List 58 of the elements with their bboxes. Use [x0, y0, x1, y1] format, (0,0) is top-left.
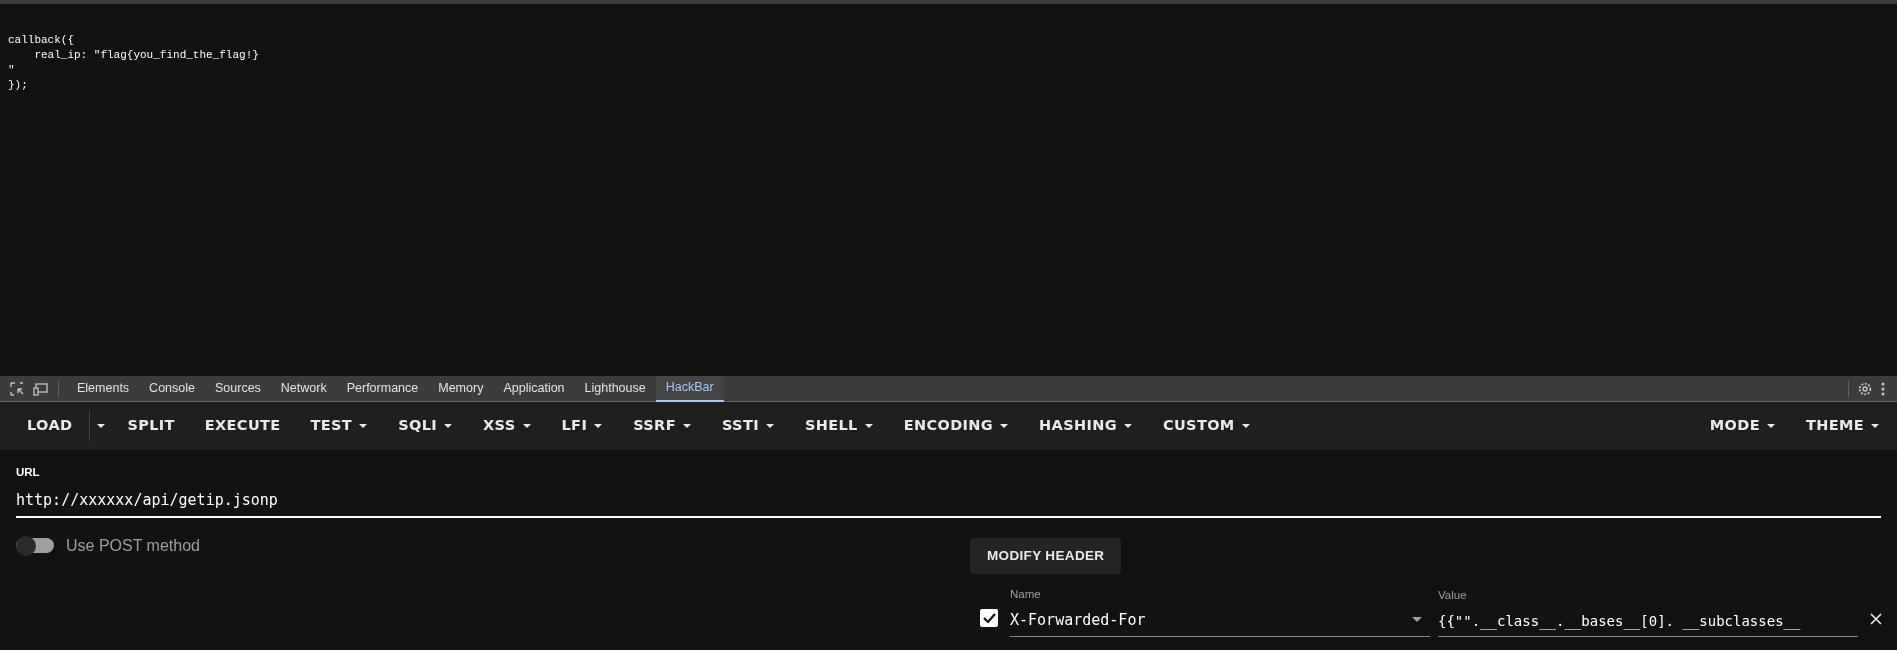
caret-icon	[358, 423, 369, 429]
devtools-tab[interactable]: Network	[270, 375, 337, 402]
toolbar-button[interactable]: EXECUTE	[191, 408, 294, 444]
caret-icon	[681, 423, 692, 429]
close-icon[interactable]	[1870, 612, 1882, 625]
code-line: "	[8, 63, 16, 78]
post-method-label: Use POST method	[66, 535, 200, 556]
devtools-tab[interactable]: Console	[139, 375, 205, 402]
name-label: Name	[1010, 586, 1042, 602]
caret-icon	[1123, 423, 1133, 429]
toolbar-button[interactable]: LOAD	[14, 408, 86, 444]
caret-icon	[443, 423, 453, 429]
inspect-icon[interactable]	[9, 380, 25, 397]
dropdown-caret-icon	[1412, 617, 1422, 624]
header-checkbox[interactable]	[980, 608, 998, 627]
toolbar-button[interactable]: LFI	[548, 408, 617, 444]
code-line: });	[8, 78, 29, 93]
devtools-tab[interactable]: Sources	[205, 375, 271, 402]
toolbar-button[interactable]: SQLI	[385, 408, 466, 444]
caret-icon	[521, 423, 532, 429]
device-toolbar-icon[interactable]	[33, 380, 50, 397]
header-value-field[interactable]: {{"".__class__.__bases__[0]. __subclasses__	[1438, 610, 1858, 637]
modify-header-button[interactable]: MODIFY HEADER	[970, 537, 1122, 574]
header-name-field[interactable]: X-Forwarded-For	[1010, 609, 1430, 637]
settings-icon[interactable]	[1857, 380, 1873, 397]
caret-icon	[1240, 423, 1251, 429]
toolbar-button[interactable]: SSTI	[708, 408, 788, 444]
toolbar-button[interactable]: SSRF	[620, 408, 705, 444]
toolbar-button[interactable]: CUSTOM	[1150, 408, 1264, 444]
toolbar-button[interactable]: TEST	[297, 408, 382, 444]
post-method-switch[interactable]	[16, 538, 54, 554]
toolbar-button[interactable]: HASHING	[1026, 408, 1146, 444]
devtools-tab[interactable]: Memory	[428, 375, 494, 402]
url-input-field[interactable]: http://xxxxxx/api/getip.jsonp	[16, 481, 1881, 518]
code-line: callback({	[8, 33, 75, 48]
checkmark-icon	[982, 612, 996, 623]
caret-icon	[96, 423, 107, 429]
devtools-tab[interactable]: HackBar	[655, 375, 724, 402]
caret-icon	[1765, 423, 1776, 429]
devtools-tab[interactable]: Application	[493, 375, 575, 402]
caret-icon	[863, 423, 874, 429]
devtools-tab[interactable]: Lighthouse	[574, 375, 656, 402]
toolbar-button[interactable]: XSS	[470, 408, 545, 444]
devtools-tab[interactable]: Performance	[336, 375, 429, 402]
toolbar-button[interactable]: SHELL	[791, 408, 887, 444]
caret-icon	[999, 423, 1010, 429]
devtools-tab[interactable]: Elements	[67, 375, 140, 402]
toolbar-button[interactable]: ENCODING	[890, 408, 1023, 444]
code-line: real_ip: "flag{you_find_the_flag!}	[33, 48, 260, 63]
toolbar-button[interactable]: MODE	[1696, 408, 1789, 444]
url-label: URL	[16, 465, 41, 480]
caret-icon	[593, 423, 604, 429]
value-label: Value	[1438, 588, 1468, 604]
more-options-icon[interactable]	[1881, 381, 1885, 396]
toolbar-button[interactable]: THEME	[1792, 408, 1893, 444]
toolbar-button[interactable]: SPLIT	[114, 408, 188, 444]
caret-icon	[764, 423, 775, 429]
caret-icon	[1870, 423, 1880, 429]
